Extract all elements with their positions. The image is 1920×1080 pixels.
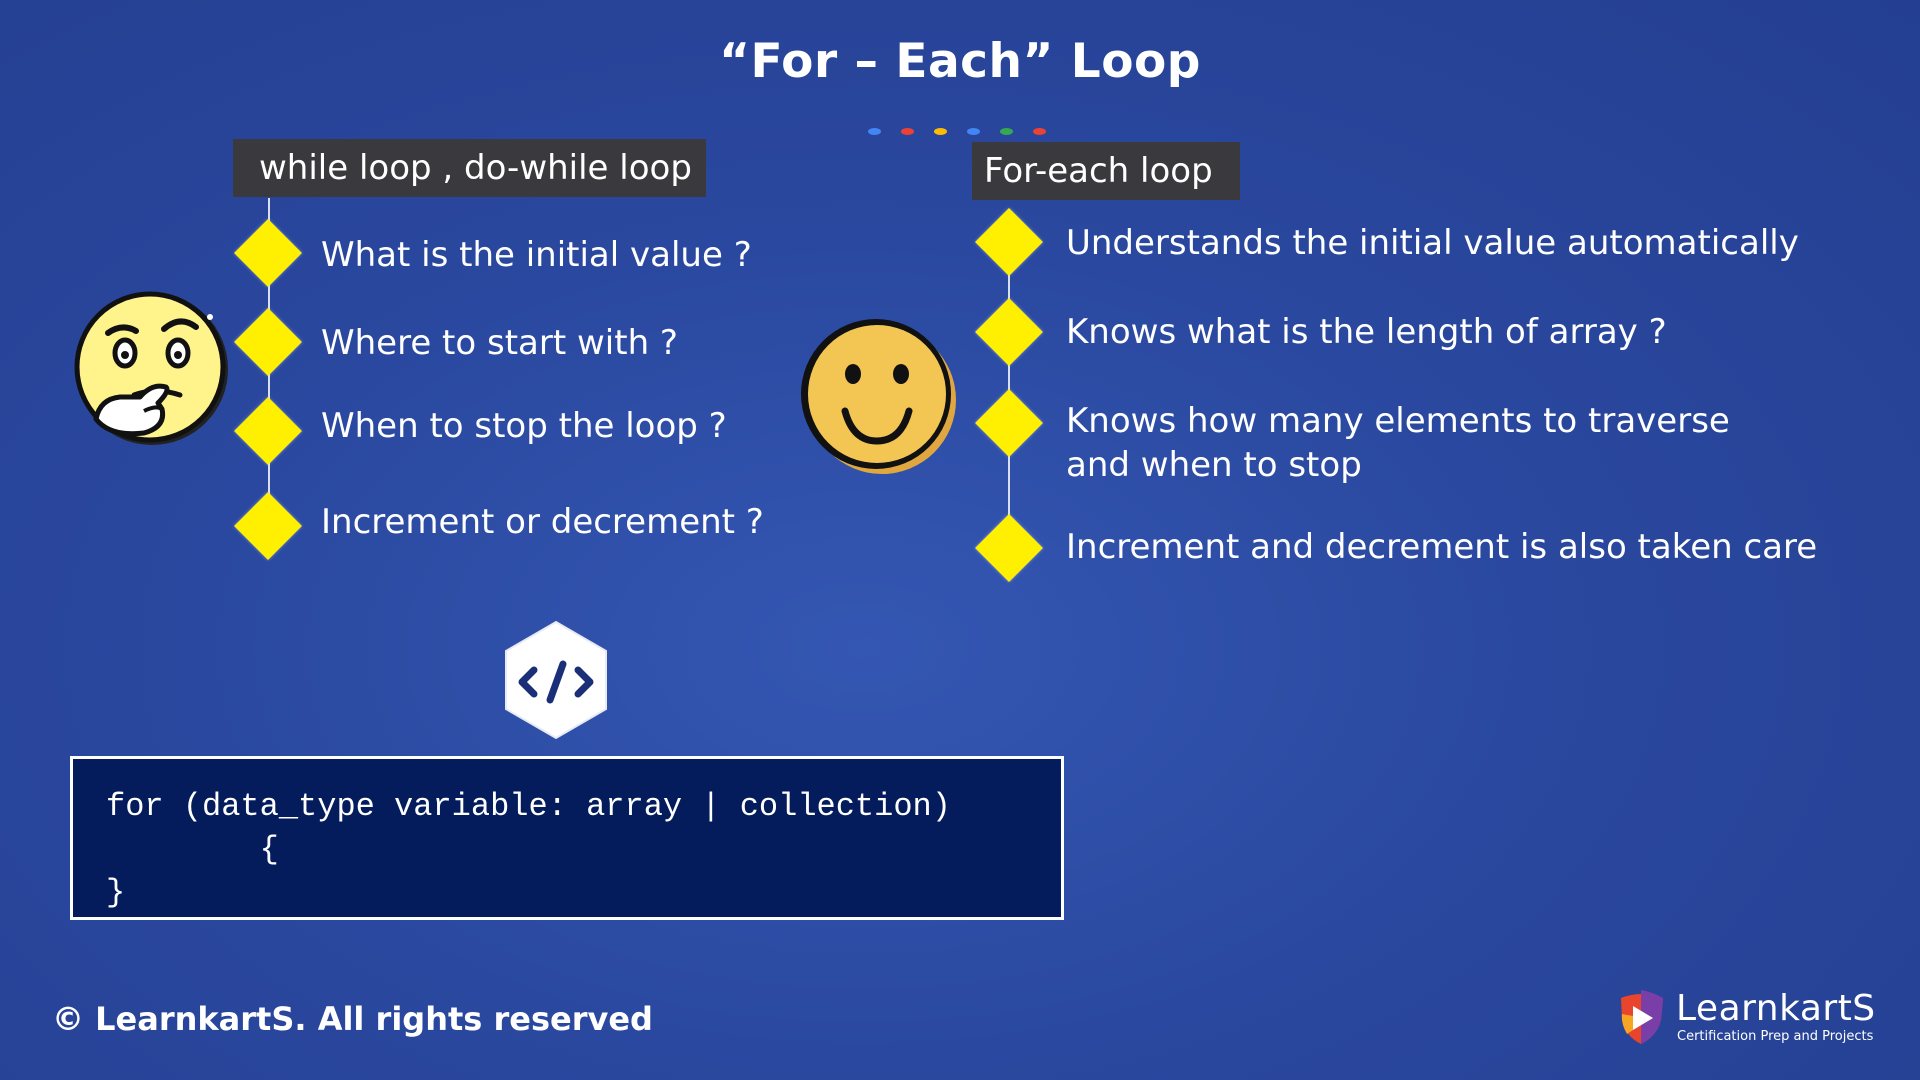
right-diamond-4	[975, 514, 1043, 582]
right-diamond-3	[975, 389, 1043, 457]
smiling-face-icon	[801, 319, 956, 474]
left-item-4: Increment or decrement ?	[321, 502, 764, 542]
logo-tagline: Certification Prep and Projects	[1677, 1029, 1874, 1044]
dot-4	[967, 128, 980, 135]
logo-name: LearnkartS	[1676, 988, 1876, 1029]
right-diamond-1	[975, 208, 1043, 276]
code-line-2: {	[106, 831, 279, 868]
learnkarts-logo-icon	[1621, 990, 1663, 1044]
dot-5	[1000, 128, 1013, 135]
code-line-3: }	[106, 874, 126, 911]
left-item-1: What is the initial value ?	[321, 235, 752, 275]
right-panel-header: For-each loop	[972, 142, 1240, 200]
code-line-1: for (data_type variable: array | collect…	[106, 788, 951, 825]
right-item-4: Increment and decrement is also taken ca…	[1066, 527, 1818, 567]
left-panel-header: while loop , do-while loop	[233, 139, 706, 197]
right-diamond-2	[975, 298, 1043, 366]
dot-2	[901, 128, 914, 135]
left-diamond-3	[234, 397, 302, 465]
dot-3	[934, 128, 947, 135]
slide-title: “For – Each” Loop	[719, 34, 1201, 89]
left-item-2: Where to start with ?	[321, 323, 678, 363]
code-snippet-box: for (data_type variable: array | collect…	[70, 756, 1064, 920]
right-item-3-line-1: Knows how many elements to traverse	[1066, 401, 1730, 441]
dot-6	[1033, 128, 1046, 135]
color-dots	[868, 128, 1046, 135]
left-diamond-4	[234, 492, 302, 560]
copyright-text: © LearnkartS. All rights reserved	[52, 1000, 653, 1038]
dot-1	[868, 128, 881, 135]
left-diamond-2	[234, 308, 302, 376]
right-item-3-line-2: and when to stop	[1066, 445, 1362, 485]
left-item-3: When to stop the loop ?	[321, 406, 727, 446]
right-item-1: Understands the initial value automatica…	[1066, 223, 1799, 263]
left-diamond-1	[234, 219, 302, 287]
code-icon	[505, 620, 607, 740]
thinking-face-icon	[74, 291, 228, 445]
right-item-2: Knows what is the length of array ?	[1066, 312, 1667, 352]
